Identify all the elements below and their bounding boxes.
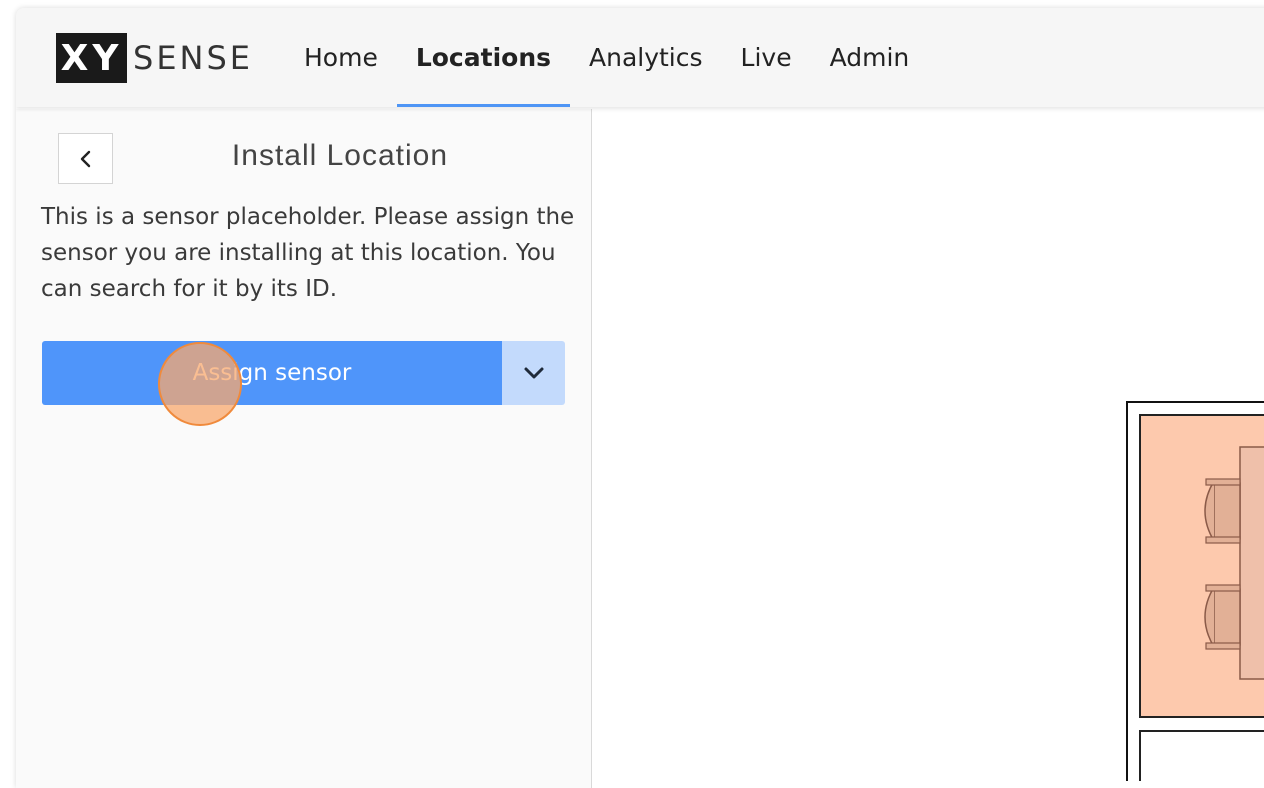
chevron-down-icon [524,367,543,379]
floor-plan-drawing [1126,401,1264,781]
panel-title: Install Location [231,139,449,172]
desk [1239,446,1264,680]
nav-item-locations[interactable]: Locations [396,8,571,107]
assign-sensor-split-button: Assign sensor [42,341,565,405]
chair-top [1204,478,1241,544]
chevron-left-icon [80,150,90,167]
nav-item-live[interactable]: Live [722,8,811,107]
panel-description: This is a sensor placeholder. Please ass… [41,204,575,302]
main-nav: Home Locations Analytics Live Admin [285,8,928,107]
assign-sensor-button[interactable]: Assign sensor [42,341,502,405]
app-window: XY SENSE Home Locations Analytics Live A… [16,8,1264,788]
back-button[interactable] [58,133,113,184]
nav-item-admin[interactable]: Admin [811,8,929,107]
assign-options-dropdown[interactable] [502,341,565,405]
chair-bottom [1204,584,1241,650]
nav-item-analytics[interactable]: Analytics [570,8,722,107]
xysense-logo[interactable]: XY SENSE [56,33,253,83]
logo-mark: XY [56,33,127,83]
top-navigation-bar: XY SENSE Home Locations Analytics Live A… [16,8,1264,107]
install-location-panel: Install Location This is a sensor placeh… [16,109,592,788]
nav-item-home[interactable]: Home [285,8,397,107]
floor-plan-canvas[interactable] [592,109,1264,788]
logo-wordmark: SENSE [133,39,253,77]
